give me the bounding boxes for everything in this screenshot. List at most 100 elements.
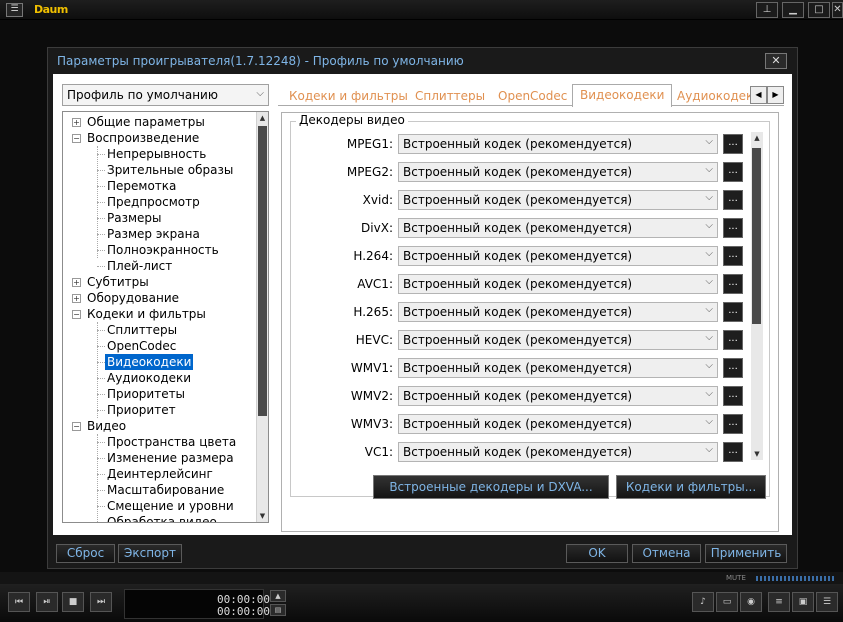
tree-item[interactable]: + Субтитры xyxy=(63,274,255,290)
tree-item[interactable]: Приоритеты xyxy=(63,386,255,402)
builtin-decoders-button[interactable]: Встроенные декодеры и DXVA... xyxy=(373,475,609,499)
tree-item[interactable]: − Воспроизведение xyxy=(63,130,255,146)
tree-item[interactable]: Предпросмотр xyxy=(63,194,255,210)
decoder-select[interactable]: Встроенный кодек (рекомендуется) ⌵ xyxy=(398,442,718,462)
reset-button[interactable]: Сброс xyxy=(56,544,115,563)
tree-item[interactable]: Изменение размера xyxy=(63,450,255,466)
expand-icon[interactable]: + xyxy=(72,278,81,287)
dialog-close-button[interactable]: ✕ xyxy=(765,53,787,69)
tree-item[interactable]: − Видео xyxy=(63,418,255,434)
tree-item[interactable]: Полноэкранность xyxy=(63,242,255,258)
decoder-select[interactable]: Встроенный кодек (рекомендуется) ⌵ xyxy=(398,414,718,434)
decoder-select[interactable]: Встроенный кодек (рекомендуется) ⌵ xyxy=(398,274,718,294)
expand-icon[interactable]: + xyxy=(72,294,81,303)
tree-item[interactable]: Непрерывность xyxy=(63,146,255,162)
tab[interactable]: Сплиттеры xyxy=(408,86,492,106)
tab-left-icon[interactable]: ◀ xyxy=(750,86,767,104)
subtitle-icon[interactable]: ▭ xyxy=(716,592,738,612)
tree-item[interactable]: Размер экрана xyxy=(63,226,255,242)
cancel-button[interactable]: Отмена xyxy=(632,544,701,563)
tree-item[interactable]: Пространства цвета xyxy=(63,434,255,450)
tree-item[interactable]: Смещение и уровни xyxy=(63,498,255,514)
tab[interactable]: Видеокодеки xyxy=(572,84,673,107)
tree-item[interactable]: Приоритет xyxy=(63,402,255,418)
minimize-icon[interactable]: ▁ xyxy=(782,2,804,18)
tab[interactable]: Аудиокодек xyxy=(670,86,760,106)
scroll-up-icon[interactable]: ▲ xyxy=(257,112,268,124)
screen-icon[interactable]: ▣ xyxy=(792,592,814,612)
ok-button[interactable]: OK xyxy=(566,544,628,563)
decoder-options-button[interactable]: ... xyxy=(723,274,743,294)
tree-item[interactable]: Сплиттеры xyxy=(63,322,255,338)
decoder-options-button[interactable]: ... xyxy=(723,358,743,378)
expand-icon[interactable]: + xyxy=(72,118,81,127)
decoder-select[interactable]: Встроенный кодек (рекомендуется) ⌵ xyxy=(398,134,718,154)
tree-item[interactable]: Перемотка xyxy=(63,178,255,194)
maximize-icon[interactable]: □ xyxy=(808,2,830,18)
tree-item[interactable]: Деинтерлейсинг xyxy=(63,466,255,482)
decoder-options-button[interactable]: ... xyxy=(723,386,743,406)
tree-item[interactable]: Размеры xyxy=(63,210,255,226)
decoder-options-button[interactable]: ... xyxy=(723,302,743,322)
tree-item[interactable]: Аудиокодеки xyxy=(63,370,255,386)
collapse-icon[interactable]: − xyxy=(72,310,81,319)
codecs-filters-button[interactable]: Кодеки и фильтры... xyxy=(616,475,766,499)
decoder-options-button[interactable]: ... xyxy=(723,246,743,266)
tab[interactable]: OpenCodec xyxy=(491,86,574,106)
speaker-icon[interactable]: ♪ xyxy=(692,592,714,612)
volume-bar[interactable] xyxy=(756,576,836,581)
decoder-select[interactable]: Встроенный кодек (рекомендуется) ⌵ xyxy=(398,162,718,182)
decoder-select[interactable]: Встроенный кодек (рекомендуется) ⌵ xyxy=(398,302,718,322)
decoder-options-button[interactable]: ... xyxy=(723,330,743,350)
tree-item[interactable]: + Общие параметры xyxy=(63,114,255,130)
prev-icon[interactable]: ⏮ xyxy=(8,592,30,612)
decoder-select[interactable]: Встроенный кодек (рекомендуется) ⌵ xyxy=(398,190,718,210)
tree-item[interactable]: Обработка видео xyxy=(63,514,255,522)
settings-icon[interactable]: ≡ xyxy=(768,592,790,612)
tree-item[interactable]: Видеокодеки xyxy=(63,354,255,370)
decoder-options-button[interactable]: ... xyxy=(723,190,743,210)
scroll-up-icon[interactable]: ▲ xyxy=(751,132,763,144)
tree-item[interactable]: − Кодеки и фильтры xyxy=(63,306,255,322)
decoder-select[interactable]: Встроенный кодек (рекомендуется) ⌵ xyxy=(398,246,718,266)
decoder-options-button[interactable]: ... xyxy=(723,218,743,238)
tab-scroll-arrows[interactable]: ◀ ▶ xyxy=(750,86,784,104)
tree-item[interactable]: Зрительные образы xyxy=(63,162,255,178)
decoders-scrollbar[interactable]: ▲ ▼ xyxy=(751,132,763,460)
next-icon[interactable]: ⏭ xyxy=(90,592,112,612)
profile-select[interactable]: Профиль по умолчанию ⌵ xyxy=(62,84,269,106)
apply-button[interactable]: Применить xyxy=(705,544,787,563)
settings-tree[interactable]: ▲ ▼ + Общие параметры − Воспроизведение Непр… xyxy=(62,111,269,523)
open-file-icon[interactable]: ▤ xyxy=(270,604,286,616)
decoder-options-button[interactable]: ... xyxy=(723,162,743,182)
scroll-down-icon[interactable]: ▼ xyxy=(751,448,763,460)
decoder-options-button[interactable]: ... xyxy=(723,134,743,154)
decoder-options-button[interactable]: ... xyxy=(723,442,743,462)
pin-icon[interactable]: ⊥ xyxy=(756,2,778,18)
playlist-icon[interactable]: ☰ xyxy=(816,592,838,612)
collapse-icon[interactable]: − xyxy=(72,422,81,431)
play-pause-icon[interactable]: ⏯ xyxy=(36,592,58,612)
eject-icon[interactable]: ▲ xyxy=(270,590,286,602)
scroll-down-icon[interactable]: ▼ xyxy=(257,510,268,522)
close-icon[interactable]: ✕ xyxy=(832,2,843,18)
tree-item[interactable]: OpenCodec xyxy=(63,338,255,354)
tab-right-icon[interactable]: ▶ xyxy=(767,86,784,104)
export-button[interactable]: Экспорт xyxy=(118,544,182,563)
tree-item[interactable]: Масштабирование xyxy=(63,482,255,498)
tree-item[interactable]: + Оборудование xyxy=(63,290,255,306)
seek-bar[interactable] xyxy=(0,572,843,584)
decoder-options-button[interactable]: ... xyxy=(723,414,743,434)
decoder-select[interactable]: Встроенный кодек (рекомендуется) ⌵ xyxy=(398,330,718,350)
stop-icon[interactable]: ■ xyxy=(62,592,84,612)
decoder-select[interactable]: Встроенный кодек (рекомендуется) ⌵ xyxy=(398,386,718,406)
decoder-select[interactable]: Встроенный кодек (рекомендуется) ⌵ xyxy=(398,358,718,378)
menu-icon[interactable]: ☰ xyxy=(6,3,23,17)
disc-icon[interactable]: ◉ xyxy=(740,592,762,612)
tree-scrollbar[interactable]: ▲ ▼ xyxy=(256,112,268,522)
decoders-scroll-thumb[interactable] xyxy=(752,148,761,324)
tree-item[interactable]: Плей-лист xyxy=(63,258,255,274)
collapse-icon[interactable]: − xyxy=(72,134,81,143)
tab[interactable]: Кодеки и фильтры xyxy=(282,86,415,106)
decoder-select[interactable]: Встроенный кодек (рекомендуется) ⌵ xyxy=(398,218,718,238)
